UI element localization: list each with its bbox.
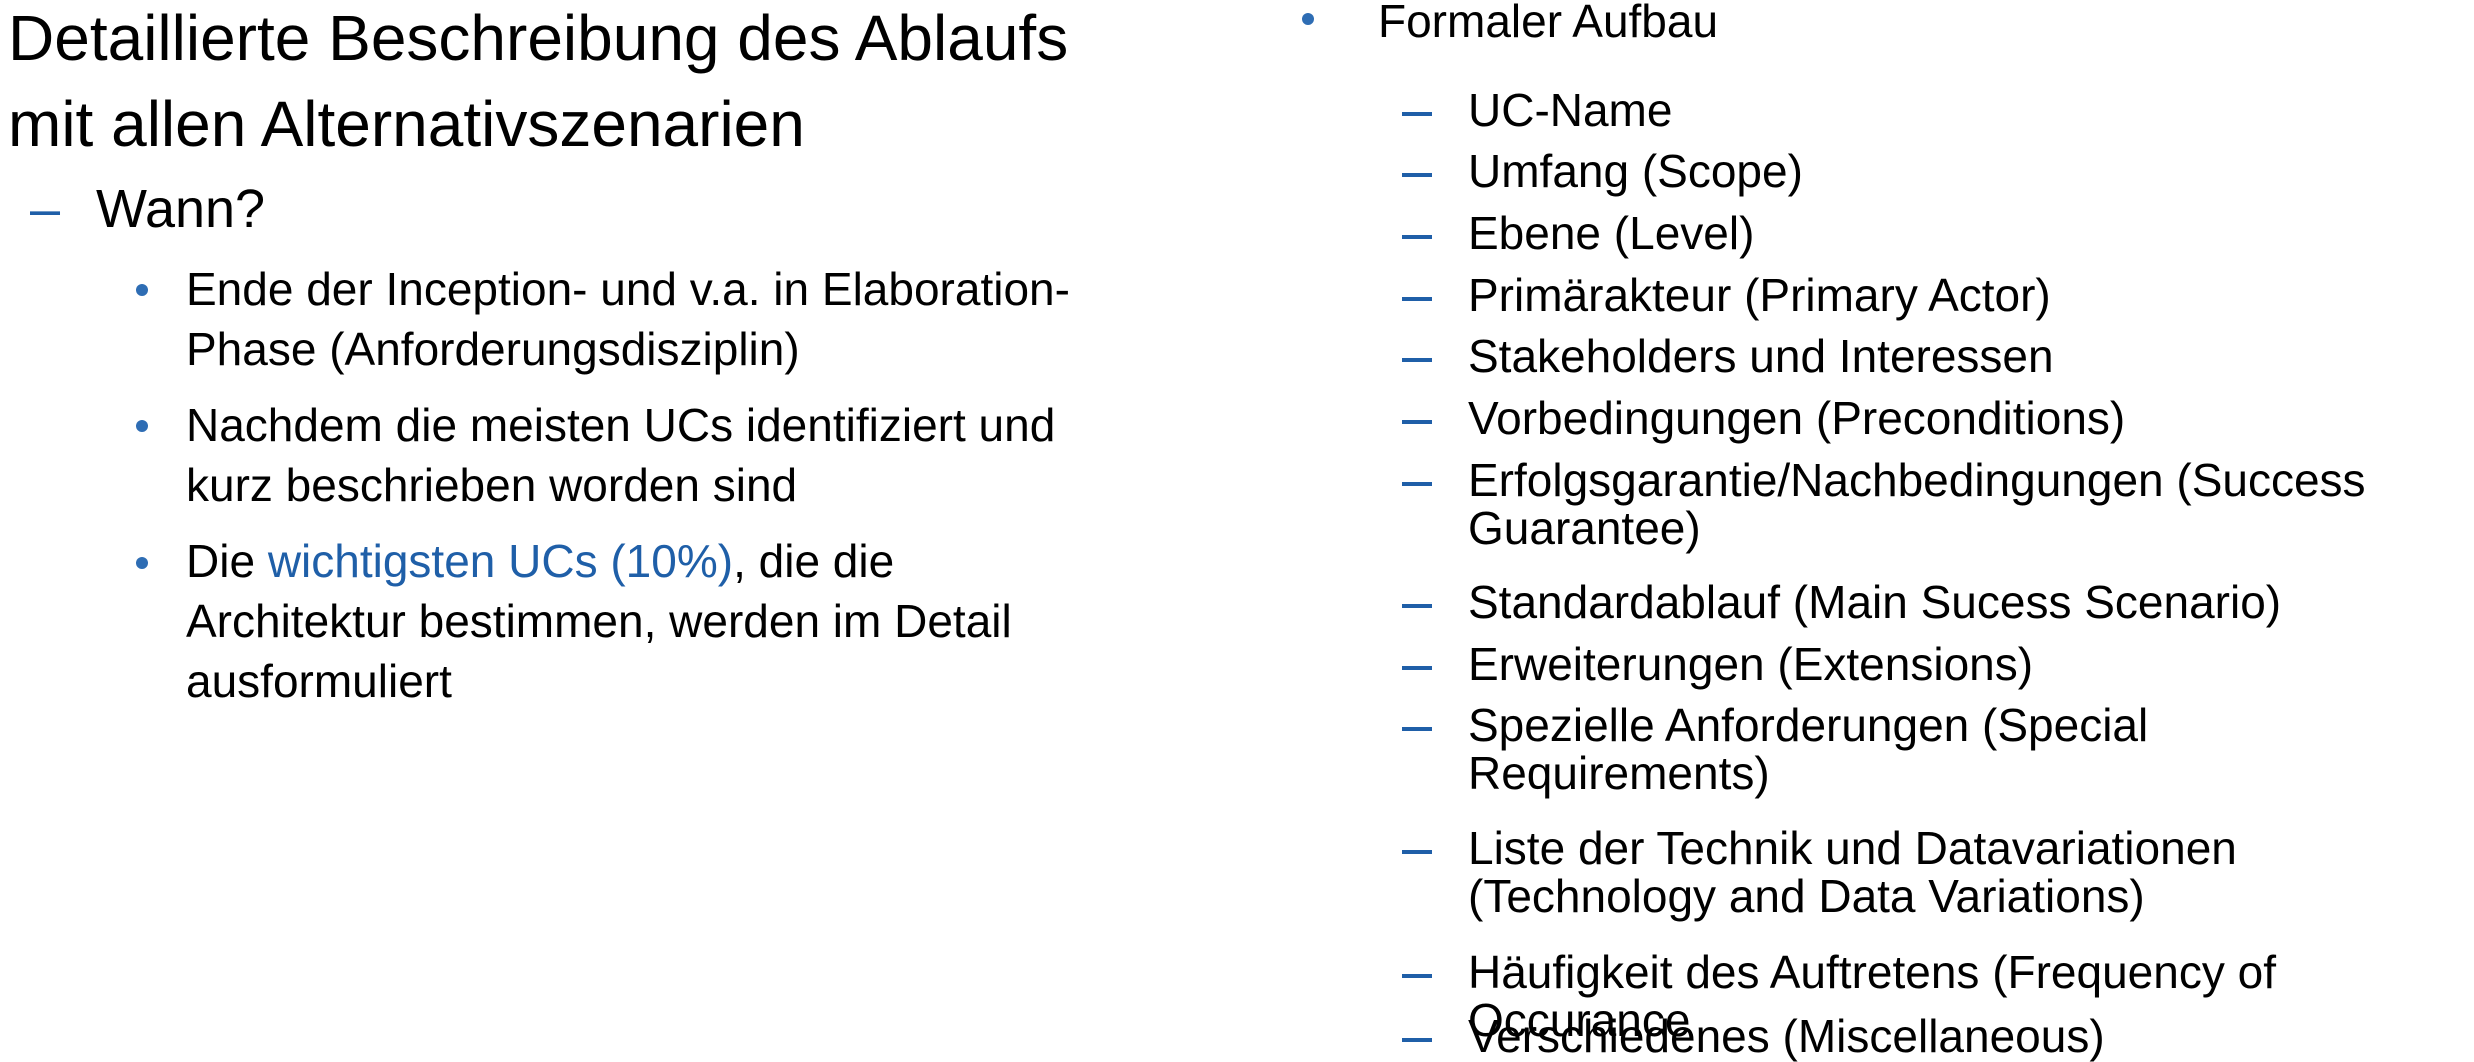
bullet-suffix: , die die: [733, 535, 895, 587]
dash-bullet-icon: [1402, 482, 1432, 486]
dash-item-label: Wann?: [96, 179, 266, 239]
bullet-dot-icon: [1302, 13, 1314, 25]
dash-bullet-icon: [1402, 727, 1432, 731]
dash-bullet-icon: [1402, 358, 1432, 362]
heading-line-1: Detaillierte Beschreibung des Ablaufs: [8, 2, 1069, 74]
bullet-text-line: Phase (Anforderungsdisziplin): [186, 323, 800, 375]
dash-bullet-icon: [1402, 850, 1432, 854]
list-item-text: Standardablauf (Main Sucess Scenario): [1468, 576, 2282, 628]
dash-bullet-icon: [1402, 235, 1432, 239]
list-item-text: Ebene (Level): [1468, 207, 1755, 259]
list-item-text: UC-Name: [1468, 84, 1673, 136]
list-item-text: Requirements): [1468, 747, 1770, 799]
bullet-dot-icon: [136, 420, 148, 432]
list-item-text: Liste der Technik und Datavariationen: [1468, 822, 2237, 874]
dash-bullet-icon: –: [30, 179, 61, 239]
bullet-label: Formaler Aufbau: [1378, 0, 1719, 47]
list-item-text: Verschiedenes (Miscellaneous): [1468, 1010, 2105, 1062]
list-item-text: Umfang (Scope): [1468, 145, 1803, 197]
dash-bullet-icon: [1402, 112, 1432, 116]
list-item-text: Guarantee): [1468, 502, 1701, 554]
dash-bullet-icon: [1402, 604, 1432, 608]
list-item-text: Spezielle Anforderungen (Special: [1468, 699, 2149, 751]
bullet-prefix: Die: [186, 535, 268, 587]
dash-bullet-icon: [1402, 173, 1432, 177]
list-item-text: Häufigkeit des Auftretens (Frequency of: [1468, 946, 2276, 998]
bullet-text-line: kurz beschrieben worden sind: [186, 459, 798, 511]
bullet-dot-icon: [136, 557, 148, 569]
dash-bullet-icon: [1402, 297, 1432, 301]
bullet-dot-icon: [136, 284, 148, 296]
dash-bullet-icon: [1402, 666, 1432, 670]
list-item-text: Erfolgsgarantie/Nachbedingungen (Success: [1468, 454, 2366, 506]
bullet-text-line: ausformuliert: [186, 655, 452, 707]
list-item-text: Primärakteur (Primary Actor): [1468, 269, 2051, 321]
dash-bullet-icon: [1402, 974, 1432, 978]
highlight-link[interactable]: wichtigsten UCs (10%): [268, 535, 733, 587]
bullet-text-line: Architektur bestimmen, werden im Detail: [186, 595, 1012, 647]
heading-line-2: mit allen Alternativszenarien: [8, 88, 805, 160]
list-item-text: Erweiterungen (Extensions): [1468, 638, 2034, 690]
bullet-text-line: Ende der Inception- und v.a. in Elaborat…: [186, 263, 1070, 315]
dash-bullet-icon: [1402, 420, 1432, 424]
bullet-text-line: Nachdem die meisten UCs identifiziert un…: [186, 399, 1056, 451]
list-item-text: (Technology and Data Variations): [1468, 870, 2145, 922]
list-item-text: Vorbedingungen (Preconditions): [1468, 392, 2126, 444]
list-item-text: Stakeholders und Interessen: [1468, 330, 2054, 382]
bullet-text-line: Die wichtigsten UCs (10%), die die: [186, 534, 894, 588]
dash-bullet-icon: [1402, 1038, 1432, 1042]
